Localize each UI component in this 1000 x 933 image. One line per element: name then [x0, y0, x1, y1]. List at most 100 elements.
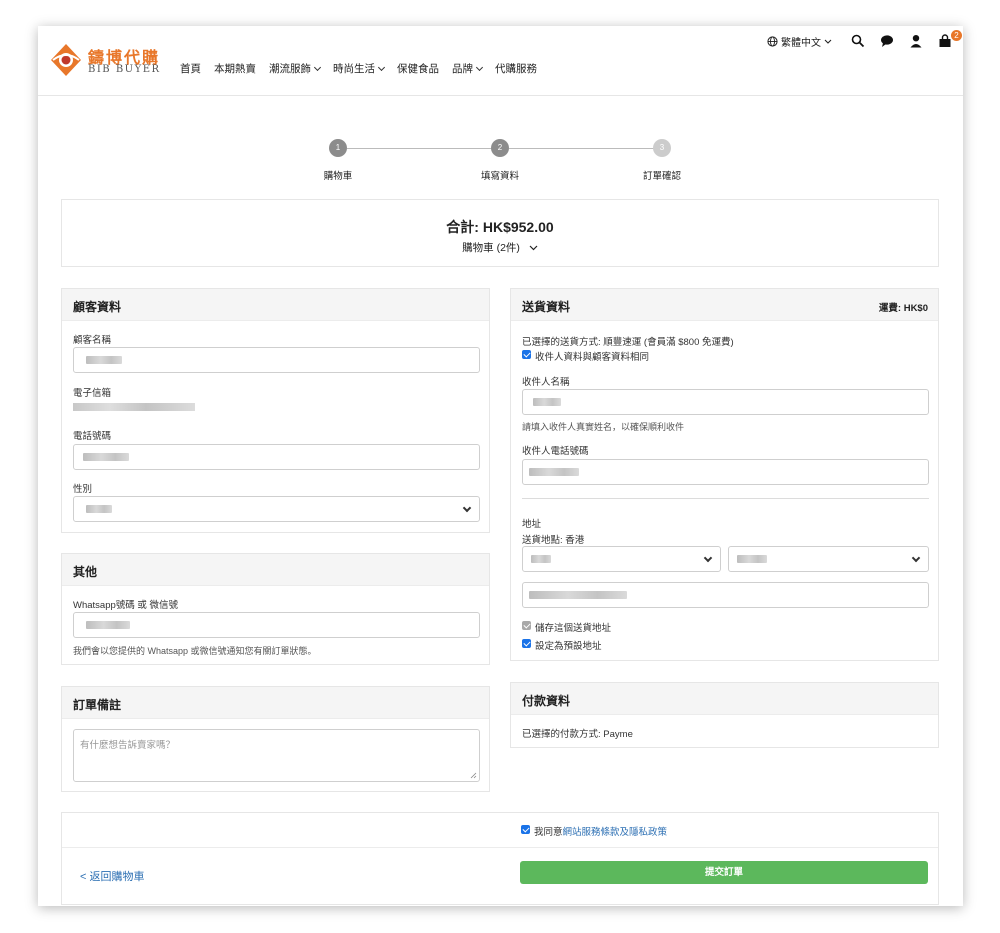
- customer-info-title: 顧客資料: [73, 300, 122, 314]
- step-3-dot: 3: [653, 139, 671, 157]
- delivery-title: 送貨資料: [522, 300, 571, 314]
- delivery-method: 已選擇的送貨方式: 順豐速運 (會員滿 $800 免運費): [522, 337, 734, 348]
- order-total: 合計: HK$952.00: [446, 219, 554, 235]
- cart-toggle[interactable]: 購物車 (2件): [62, 240, 938, 255]
- whatsapp-label: Whatsapp號碼 或 微信號: [73, 600, 179, 611]
- customer-name-input[interactable]: [73, 347, 480, 373]
- payment-title: 付款資料: [522, 694, 571, 708]
- recipient-name-label: 收件人名稱: [522, 377, 570, 388]
- save-address-label: 儲存這個送貨地址: [535, 623, 612, 634]
- email-value-redacted: [73, 403, 195, 411]
- order-summary: 合計: HK$952.00 購物車 (2件): [61, 199, 939, 267]
- address-input[interactable]: [522, 582, 929, 608]
- order-notes-textarea[interactable]: 有什麼想告訴賣家嗎？: [73, 729, 480, 782]
- logo-english-text: BIB BUYER: [88, 64, 161, 75]
- divider: [62, 847, 938, 848]
- shipping-fee: 運費: HK$0: [878, 303, 928, 314]
- whatsapp-input[interactable]: [73, 612, 480, 638]
- nav-item-lifestyle[interactable]: 時尚生活: [333, 61, 384, 76]
- terms-link[interactable]: 網站服務條款及隱私政策: [563, 827, 668, 838]
- other-title: 其他: [73, 565, 98, 579]
- customer-name-label: 顧客名稱: [73, 335, 112, 346]
- nav-item-fashion[interactable]: 潮流服飾: [269, 61, 320, 76]
- nav-item-brands[interactable]: 品牌: [452, 61, 482, 76]
- redacted-value: [529, 468, 579, 476]
- checkout-window: 鑄博代購 BIB BUYER 首頁 本期熱賣 潮流服飾 時尚生活 保健食品 品牌…: [38, 26, 963, 906]
- redacted-value: [86, 356, 122, 364]
- order-notes-placeholder: 有什麼想告訴賣家嗎？: [80, 740, 176, 751]
- chevron-down-icon: [529, 245, 538, 251]
- nav-item-home[interactable]: 首頁: [180, 61, 201, 76]
- same-as-customer-checkbox[interactable]: [522, 350, 531, 359]
- delivery-location: 送貨地點: 香港: [522, 535, 585, 546]
- recipient-name-input[interactable]: [522, 389, 929, 415]
- save-address-checkbox[interactable]: [522, 621, 531, 630]
- delivery-panel: 送貨資料 運費: HK$0 已選擇的送貨方式: 順豐速運 (會員滿 $800 免…: [510, 288, 939, 661]
- recipient-phone-input[interactable]: [522, 459, 929, 485]
- shopping-bag-icon[interactable]: [938, 34, 952, 48]
- recipient-phone-label: 收件人電話號碼: [522, 446, 589, 457]
- cart-toggle-label: 購物車 (2件): [462, 242, 520, 254]
- logo-emblem-icon: [51, 44, 81, 76]
- email-label: 電子信箱: [73, 388, 112, 399]
- step-1-dot: 1: [329, 139, 347, 157]
- redacted-value: [83, 453, 129, 461]
- redacted-value: [86, 621, 130, 629]
- language-selector[interactable]: 繁體中文: [767, 34, 832, 49]
- cart-count-badge: 2: [951, 30, 962, 41]
- set-default-checkbox[interactable]: [522, 639, 531, 648]
- nav-item-health[interactable]: 保健食品: [397, 61, 439, 76]
- step-2-label: 填寫資料: [480, 171, 519, 182]
- step-1-label: 購物車: [323, 171, 353, 182]
- order-notes-title: 訂單備註: [73, 698, 122, 712]
- payment-panel: 付款資料 已選擇的付款方式: Payme: [510, 682, 939, 748]
- chevron-down-icon: [824, 39, 832, 44]
- chat-icon[interactable]: [880, 34, 894, 48]
- step-3-label: 訂單確認: [642, 171, 681, 182]
- language-label: 繁體中文: [781, 38, 821, 49]
- redacted-value: [529, 591, 627, 599]
- back-to-cart-link[interactable]: < 返回購物車: [80, 868, 144, 884]
- phone-input[interactable]: [73, 444, 480, 470]
- customer-info-header: 顧客資料: [62, 289, 489, 321]
- globe-icon: [767, 36, 778, 47]
- chevron-down-icon: [703, 553, 713, 563]
- gender-select[interactable]: [73, 496, 480, 522]
- nav-item-service[interactable]: 代購服務: [495, 61, 537, 76]
- resize-handle-icon[interactable]: [470, 772, 477, 779]
- user-icon[interactable]: [909, 34, 923, 48]
- set-default-label: 設定為預設地址: [535, 641, 602, 652]
- agree-terms-label: 我同意網站服務條款及隱私政策: [534, 824, 667, 838]
- step-2-dot: 2: [491, 139, 509, 157]
- redacted-value: [531, 555, 551, 563]
- region-select[interactable]: [522, 546, 721, 572]
- address-label: 地址: [522, 519, 542, 530]
- stepper-line-1: [347, 148, 500, 149]
- customer-info-panel: 顧客資料 顧客名稱 電子信箱 電話號碼 性別: [61, 288, 490, 533]
- chevron-down-icon: [462, 503, 472, 513]
- payment-method: 已選擇的付款方式: Payme: [522, 729, 633, 740]
- whatsapp-help: 我們會以您提供的 Whatsapp 或微信號通知您有關訂單狀態。: [73, 646, 317, 656]
- chevron-down-icon: [911, 553, 921, 563]
- same-as-customer-label: 收件人資料與顧客資料相同: [535, 352, 650, 363]
- site-header: 鑄博代購 BIB BUYER 首頁 本期熱賣 潮流服飾 時尚生活 保健食品 品牌…: [38, 26, 963, 96]
- redacted-value: [737, 555, 767, 563]
- checkout-footer: [61, 812, 939, 905]
- recipient-name-help: 請填入收件人真實姓名，以確保順利收件: [522, 422, 685, 432]
- redacted-value: [533, 398, 561, 406]
- submit-order-button[interactable]: 提交訂單: [520, 861, 928, 884]
- gender-label: 性別: [73, 484, 93, 495]
- district-select[interactable]: [728, 546, 929, 572]
- divider: [522, 498, 929, 499]
- nav-item-hot[interactable]: 本期熱賣: [214, 61, 256, 76]
- phone-label: 電話號碼: [73, 431, 112, 442]
- agree-terms-checkbox[interactable]: [521, 825, 530, 834]
- main-nav: 首頁 本期熱賣 潮流服飾 時尚生活 保健食品 品牌 代購服務: [180, 61, 537, 76]
- site-logo[interactable]: 鑄博代購 BIB BUYER: [48, 40, 168, 82]
- search-icon[interactable]: [851, 34, 865, 48]
- delivery-header: 送貨資料 運費: HK$0: [511, 289, 938, 321]
- agree-terms-prefix: 我同意: [534, 827, 563, 838]
- payment-header: 付款資料: [511, 683, 938, 715]
- order-notes-panel: 訂單備註 有什麼想告訴賣家嗎？: [61, 686, 490, 792]
- redacted-value: [86, 505, 112, 513]
